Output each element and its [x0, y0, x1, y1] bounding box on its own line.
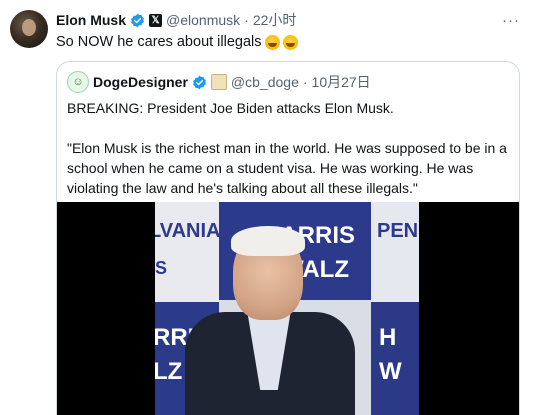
post-header: Elon Musk 𝕏 @elonmusk · 22小时 [56, 10, 504, 30]
quoted-paragraph-1: BREAKING: President Joe Biden attacks El… [67, 100, 394, 116]
more-options-icon[interactable]: ··· [502, 12, 520, 29]
verified-badge-icon [192, 75, 206, 89]
sign-text: W [379, 358, 402, 385]
sign-panel-lower-right: H W [371, 302, 419, 415]
quoted-post-text: BREAKING: President Joe Biden attacks El… [67, 98, 512, 218]
video-frame: LVANIA S HARRIS WALZ PEN RRIS LZ H W [155, 202, 419, 415]
sign-text: LZ [155, 358, 183, 385]
avatar[interactable] [10, 10, 48, 48]
quoted-post-header: ☺ DogeDesigner @cb_doge · 10月27日 [67, 71, 371, 93]
sign-text: PEN [377, 220, 419, 242]
author-handle[interactable]: @elonmusk [166, 12, 240, 28]
post-time[interactable]: 22小时 [253, 10, 297, 30]
post-text: So NOW he cares about illegals [56, 34, 262, 50]
post-text-line: So NOW he cares about illegals [56, 34, 298, 50]
video-player[interactable]: LVANIA S HARRIS WALZ PEN RRIS LZ H W [57, 202, 519, 415]
verified-badge-icon [131, 13, 144, 27]
sign-text: LVANIA [155, 220, 221, 242]
separator-dot: · [244, 12, 249, 28]
x-affiliation-icon: 𝕏 [149, 13, 163, 27]
author-name[interactable]: Elon Musk [56, 12, 126, 28]
quoted-author-name[interactable]: DogeDesigner [93, 74, 188, 90]
rolling-on-the-floor-laughing-icon [282, 34, 298, 50]
sign-text: S [155, 258, 168, 278]
affiliation-badge-icon [210, 74, 227, 90]
speaker-hair [231, 226, 305, 256]
quoted-paragraph-2: "Elon Musk is the richest man in the wor… [67, 140, 507, 196]
quoted-date[interactable]: 10月27日 [312, 72, 371, 92]
rolling-on-the-floor-laughing-icon [264, 34, 280, 50]
quoted-post-card[interactable]: ☺ DogeDesigner @cb_doge · 10月27日 BREAKIN… [56, 61, 520, 415]
quoted-author-handle[interactable]: @cb_doge [231, 74, 299, 90]
sign-text: H [379, 324, 397, 351]
separator-dot: · [302, 74, 308, 90]
quoted-avatar[interactable]: ☺ [67, 71, 89, 93]
